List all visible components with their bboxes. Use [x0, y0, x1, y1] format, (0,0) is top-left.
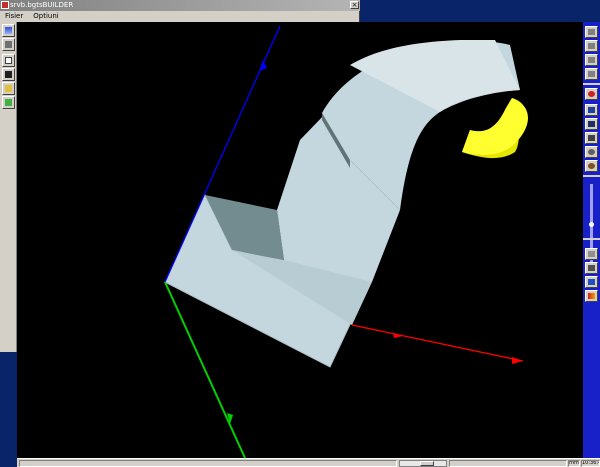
layers-button[interactable]	[2, 38, 15, 51]
exit-button[interactable]	[2, 96, 15, 109]
clock: 10:36:40	[581, 460, 600, 467]
right-toolbar	[583, 22, 600, 458]
new-file-icon	[5, 57, 12, 64]
status-bar: mm 10:36:40	[17, 458, 600, 467]
left-toolbar	[0, 22, 17, 352]
view-front-button[interactable]	[585, 26, 598, 38]
app-icon	[1, 1, 9, 9]
viewport-3d[interactable]	[17, 22, 583, 458]
save-button[interactable]	[2, 68, 15, 81]
palette-button[interactable]	[585, 290, 598, 302]
zoom-icon	[588, 149, 595, 155]
render-button[interactable]	[585, 160, 598, 172]
view-icon	[5, 27, 12, 34]
title-bar: srvb.bgtsBUILDER ×	[0, 0, 360, 11]
measure-button[interactable]	[585, 262, 598, 274]
rotate-button[interactable]	[585, 118, 598, 130]
view-iso-icon	[588, 71, 595, 77]
menu-optiuni[interactable]: Optiuni	[33, 11, 58, 21]
open-folder-icon	[5, 85, 12, 92]
view-button[interactable]	[2, 24, 15, 37]
close-button[interactable]: ×	[350, 1, 359, 9]
status-message	[19, 460, 397, 467]
check-icon	[588, 251, 595, 257]
pan-button[interactable]	[585, 132, 598, 144]
chart-icon	[588, 107, 595, 113]
stop-button[interactable]	[585, 88, 598, 100]
stop-icon	[588, 91, 595, 97]
menu-bar: Fisier Optiuni	[0, 11, 360, 21]
info-button[interactable]	[585, 276, 598, 288]
rotate-icon	[588, 121, 595, 127]
view-side-button[interactable]	[585, 40, 598, 52]
scene-svg	[164, 25, 528, 458]
separator	[583, 238, 600, 240]
menu-fisier[interactable]: Fisier	[5, 11, 23, 21]
exit-icon	[5, 99, 12, 106]
new-file-button[interactable]	[2, 54, 15, 67]
render-icon	[588, 163, 595, 169]
open-button[interactable]	[2, 82, 15, 95]
view-iso-button[interactable]	[585, 68, 598, 80]
view-top-button[interactable]	[585, 54, 598, 66]
zoom-button[interactable]	[585, 146, 598, 158]
x-axis	[351, 324, 524, 362]
yellow-cylinder-edge	[462, 98, 528, 155]
pan-icon	[588, 135, 595, 141]
measure-icon	[588, 265, 595, 271]
view-front-icon	[588, 29, 595, 35]
x-axis-tip	[512, 357, 523, 364]
view-side-icon	[588, 43, 595, 49]
view-top-icon	[588, 57, 595, 63]
chart-button[interactable]	[585, 104, 598, 116]
status-scrollbar[interactable]	[399, 460, 447, 467]
separator	[583, 175, 600, 177]
scroll-thumb[interactable]	[420, 461, 434, 466]
zoom-slider[interactable]	[589, 184, 594, 274]
units-label: mm	[568, 460, 580, 467]
info-icon	[588, 279, 595, 285]
slider-handle[interactable]	[589, 222, 594, 227]
z-axis-arrow	[259, 60, 267, 71]
save-icon	[5, 71, 12, 78]
status-field	[449, 460, 567, 467]
check-button[interactable]	[585, 248, 598, 260]
window-title: srvb.bgtsBUILDER	[10, 1, 74, 9]
layers-icon	[5, 41, 12, 48]
separator	[583, 83, 600, 85]
palette-icon	[588, 293, 595, 299]
